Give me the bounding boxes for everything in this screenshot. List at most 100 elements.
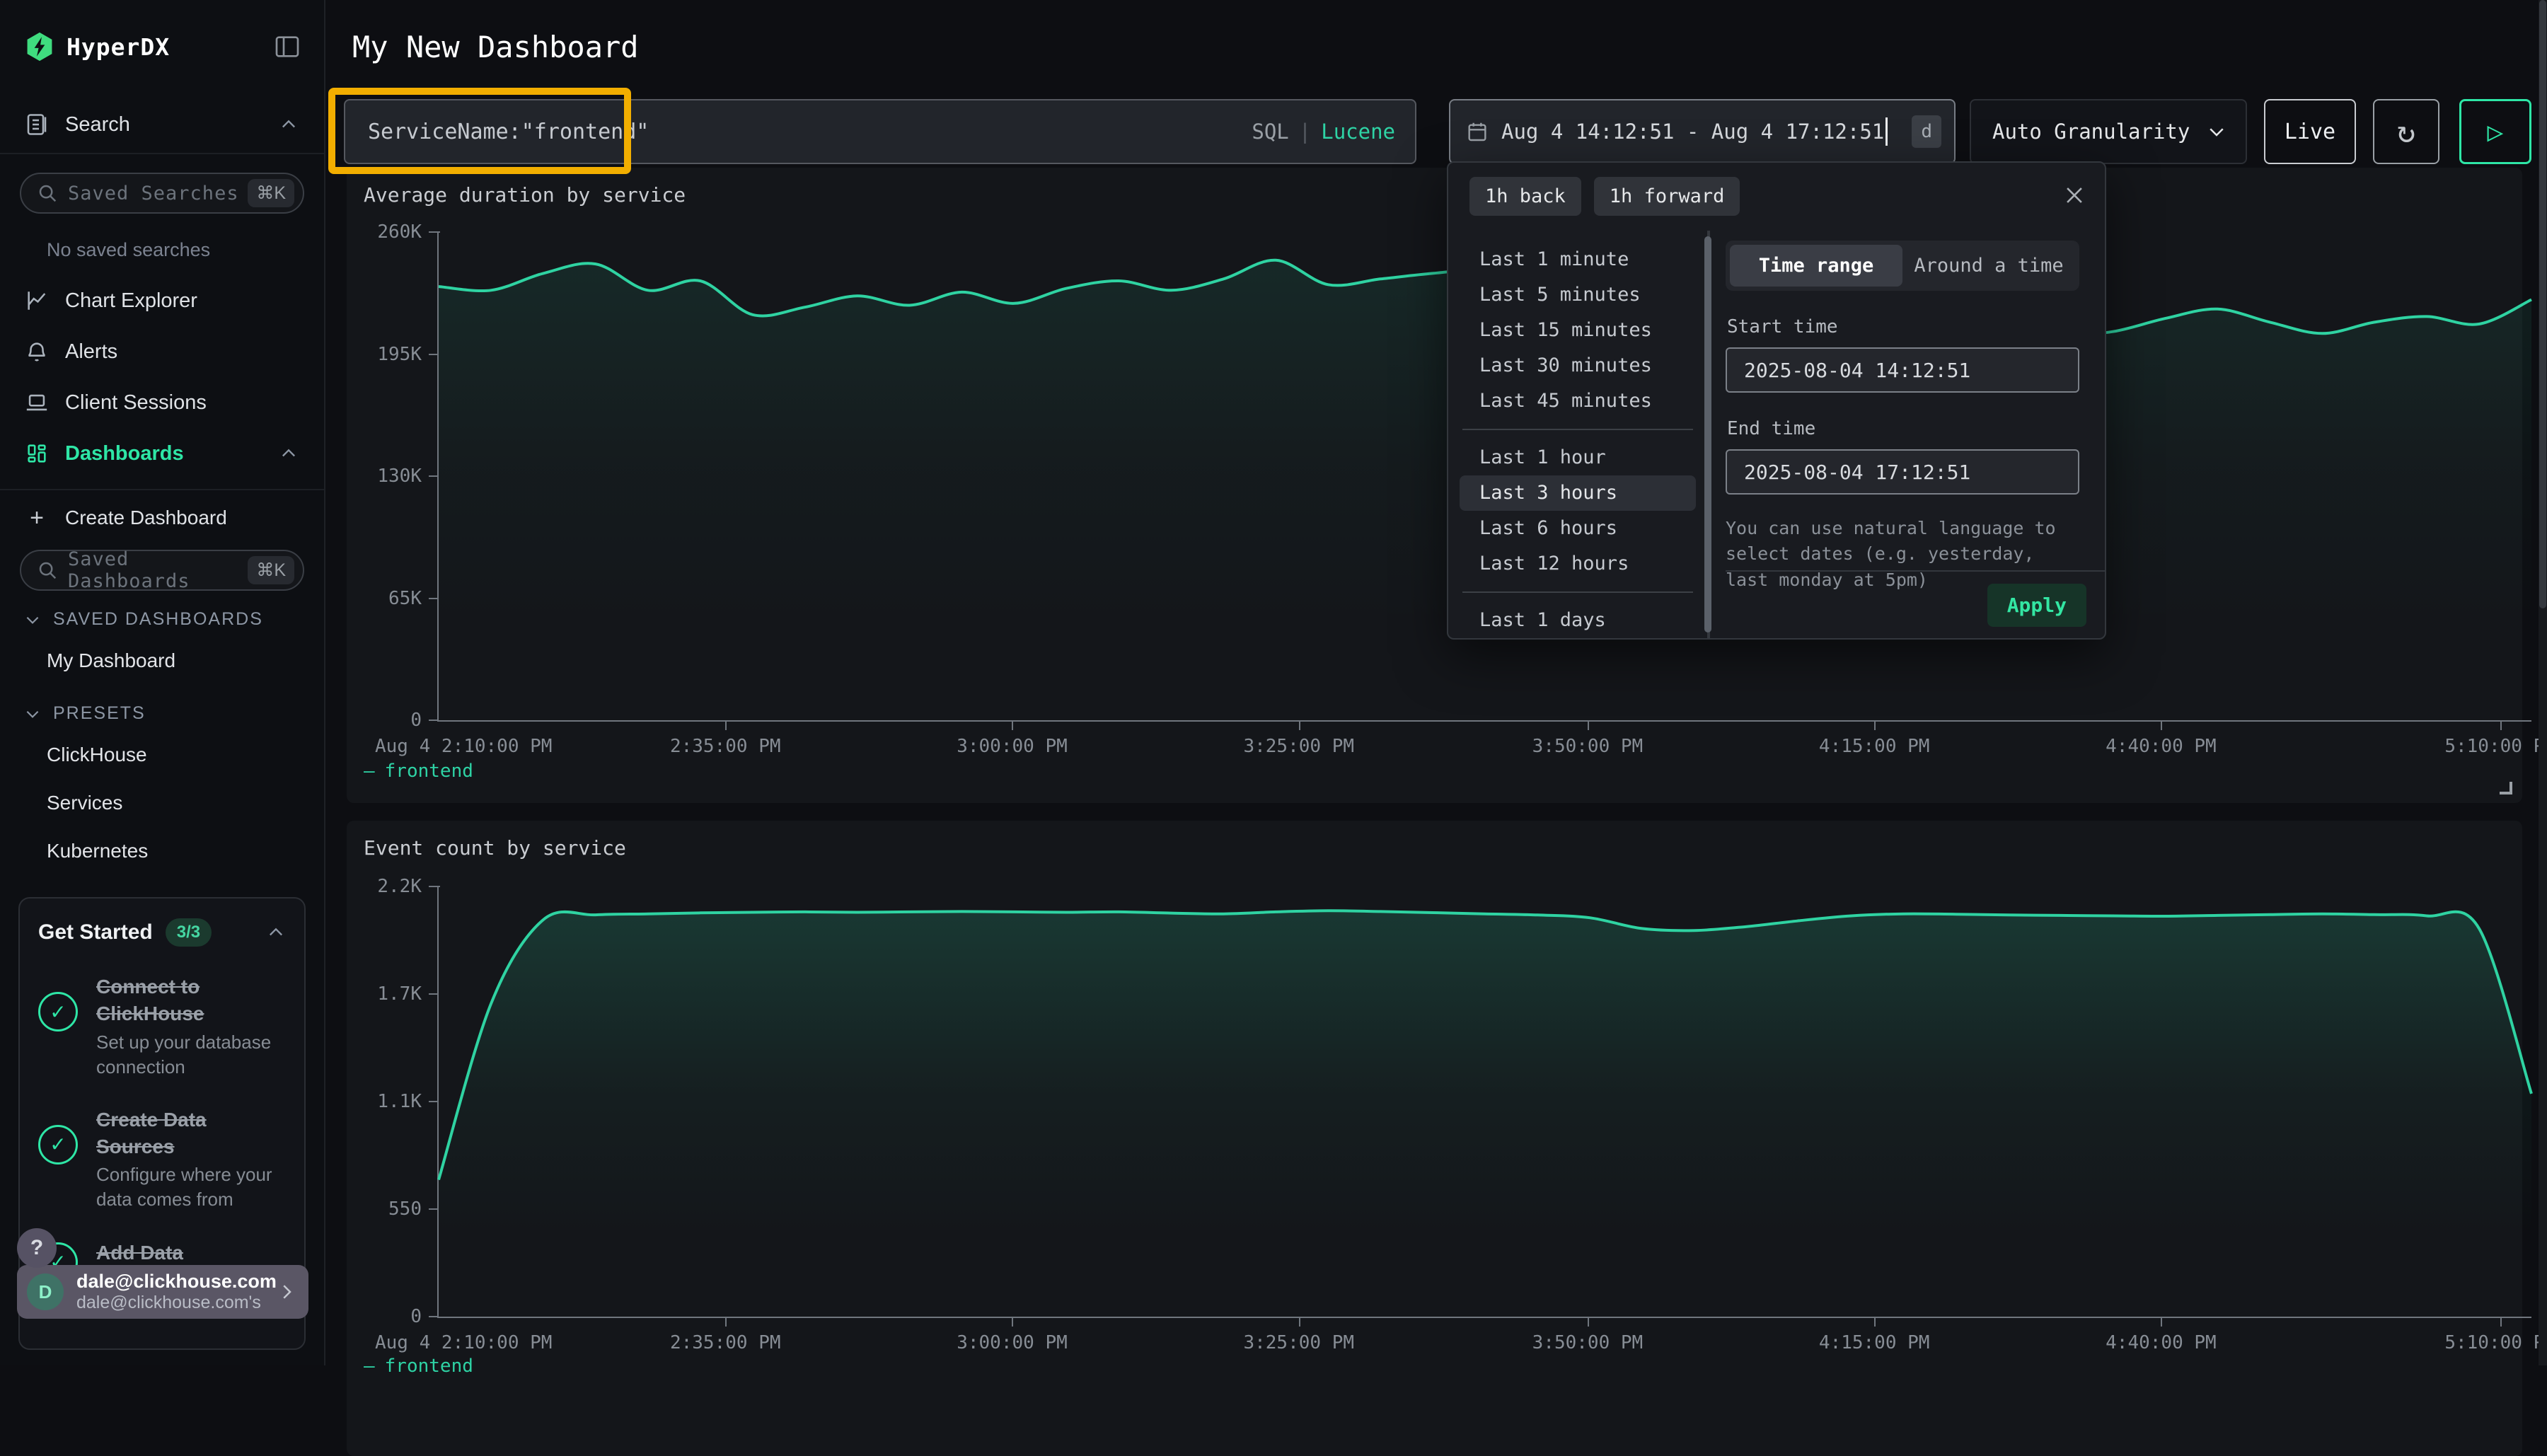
x-axis-tick (2161, 720, 2162, 730)
app-title: HyperDX (67, 33, 273, 61)
close-icon[interactable] (2062, 183, 2086, 210)
quick-range-option[interactable]: Last 15 minutes (1460, 313, 1696, 348)
x-axis-tick (2500, 720, 2502, 730)
sidebar-item-alerts[interactable]: Alerts (0, 326, 324, 377)
scrollbar-thumb[interactable] (1704, 236, 1711, 632)
lucene-toggle[interactable]: Lucene (1321, 120, 1395, 144)
live-button[interactable]: Live (2264, 99, 2356, 164)
get-started-title: Get Started (38, 920, 153, 944)
language-toggle[interactable]: SQL|Lucene (1252, 120, 1395, 144)
step-title: Create Data Sources (96, 1107, 286, 1160)
sql-toggle[interactable]: SQL (1252, 120, 1288, 144)
saved-dashboards-input[interactable]: Saved Dashboards ⌘K (20, 550, 304, 591)
get-started-step[interactable]: ✓ Create Data Sources Configure where yo… (38, 1107, 286, 1213)
x-axis-tick (1012, 720, 1013, 730)
y-axis-tick (429, 1101, 439, 1102)
sidebar-item-chart-explorer[interactable]: Chart Explorer (0, 275, 324, 326)
step-title: Add Data (96, 1240, 286, 1266)
quick-range-option[interactable]: Last 30 minutes (1460, 348, 1696, 383)
legend-label: frontend (385, 1356, 473, 1377)
refresh-button[interactable]: ↻ (2373, 99, 2439, 164)
sidebar-item-label: Dashboards (65, 442, 279, 466)
start-time-input[interactable]: 2025-08-04 14:12:51 (1726, 347, 2079, 393)
y-axis-tick (429, 993, 439, 995)
panel-resize-handle[interactable] (2500, 782, 2512, 795)
y-axis-tick (429, 720, 439, 721)
create-dashboard-button[interactable]: + Create Dashboard (0, 490, 324, 545)
legend-swatch: — (364, 761, 375, 782)
sidebar-item-label: Alerts (65, 340, 299, 364)
sidebar-item-search[interactable]: Search (0, 102, 324, 147)
sidebar-item-label: Chart Explorer (65, 289, 299, 313)
sidebar-item-client-sessions[interactable]: Client Sessions (0, 377, 324, 428)
y-axis-tick (429, 1316, 439, 1317)
y-axis-label: 550 (388, 1198, 422, 1220)
help-button[interactable]: ? (17, 1228, 57, 1268)
y-axis-tick (429, 1208, 439, 1210)
presets-group-header[interactable]: PRESETS (0, 685, 324, 731)
x-axis-label: 5:10:00 PM (2444, 1332, 2547, 1353)
page-scrollbar[interactable] (2539, 0, 2547, 1365)
create-dashboard-label: Create Dashboard (65, 507, 299, 529)
play-button[interactable]: ▷ (2459, 99, 2531, 164)
x-axis-label: 3:50:00 PM (1532, 1332, 1644, 1353)
quick-range-option[interactable]: Last 12 hours (1460, 546, 1696, 582)
step-desc: Configure where your data comes from (96, 1162, 286, 1212)
search-filter-input[interactable]: ServiceName:"frontend" SQL|Lucene (344, 99, 1416, 164)
x-axis-label: 3:50:00 PM (1532, 736, 1644, 757)
quick-range-option[interactable]: Last 1 hour (1460, 440, 1696, 475)
x-axis-tick (1874, 720, 1876, 730)
logo-row: HyperDX (0, 0, 324, 62)
shift-forward-button[interactable]: 1h forward (1594, 177, 1740, 216)
quick-range-option[interactable]: Last 1 minute (1460, 242, 1696, 277)
x-axis-label: 2:35:00 PM (670, 1332, 781, 1353)
time-range-value: Aug 4 14:12:51 - Aug 4 17:12:51 (1501, 120, 1884, 144)
chevron-up-icon[interactable] (266, 923, 286, 942)
hyperdx-logo-icon (24, 31, 55, 62)
shift-back-button[interactable]: 1h back (1469, 177, 1581, 216)
quick-range-option[interactable]: Last 5 minutes (1460, 277, 1696, 313)
x-axis-tick (1299, 1317, 1300, 1327)
time-mode-tabs: Time range Around a time (1726, 241, 2079, 291)
x-axis-label: 4:40:00 PM (2106, 1332, 2217, 1353)
chart-panel-event-count: Event count by service 05501.1K1.7K2.2KA… (347, 821, 2522, 1456)
search-icon (37, 560, 58, 581)
user-menu[interactable]: D dale@clickhouse.com dale@clickhouse.co… (17, 1265, 308, 1319)
quick-range-option[interactable]: Last 1 days (1460, 603, 1696, 638)
quick-range-option[interactable]: Last 6 hours (1460, 511, 1696, 546)
sidebar-item-clickhouse[interactable]: ClickHouse (0, 731, 324, 779)
step-title: Connect to ClickHouse (96, 973, 286, 1027)
x-axis-label: Aug 4 2:10:00 PM (375, 1332, 552, 1353)
granularity-select[interactable]: Auto Granularity (1970, 99, 2247, 164)
x-axis-tick (725, 720, 727, 730)
chart-legend[interactable]: — frontend (364, 1356, 473, 1377)
group-label: SAVED DASHBOARDS (53, 609, 263, 630)
x-axis-tick (2161, 1317, 2162, 1327)
sidebar-item-services[interactable]: Services (0, 779, 324, 827)
tab-time-range[interactable]: Time range (1730, 245, 1902, 287)
group-label: PRESETS (53, 703, 146, 724)
time-range-input[interactable]: Aug 4 14:12:51 - Aug 4 17:12:51 d (1449, 99, 1956, 164)
quick-range-option[interactable]: Last 45 minutes (1460, 383, 1696, 419)
chart-legend[interactable]: —frontend (364, 761, 473, 782)
x-axis-label: Aug 4 2:10:00 PM (375, 736, 552, 757)
no-saved-searches-text: No saved searches (0, 214, 324, 261)
sidebar-item-label: Search (65, 113, 279, 137)
saved-dashboards-group-header[interactable]: SAVED DASHBOARDS (0, 591, 324, 637)
page-scrollbar-thumb[interactable] (2539, 0, 2546, 608)
collapse-sidebar-icon[interactable] (273, 33, 301, 61)
chevron-right-icon (276, 1281, 297, 1302)
apply-button[interactable]: Apply (1987, 584, 2086, 627)
sidebar-item-my-dashboard[interactable]: My Dashboard (0, 637, 324, 685)
divider (1462, 591, 1693, 593)
text-caret (1885, 117, 1888, 146)
legend-swatch: — (364, 1356, 375, 1377)
tab-around-a-time[interactable]: Around a time (1902, 245, 2075, 287)
saved-searches-input[interactable]: Saved Searches ⌘K (20, 173, 304, 214)
end-time-input[interactable]: 2025-08-04 17:12:51 (1726, 449, 2079, 495)
y-axis-tick (429, 231, 440, 233)
sidebar-item-dashboards[interactable]: Dashboards (0, 428, 324, 479)
quick-range-option-selected[interactable]: Last 3 hours (1460, 475, 1696, 511)
get-started-step[interactable]: ✓ Connect to ClickHouse Set up your data… (38, 973, 286, 1080)
sidebar-item-kubernetes[interactable]: Kubernetes (0, 827, 324, 875)
